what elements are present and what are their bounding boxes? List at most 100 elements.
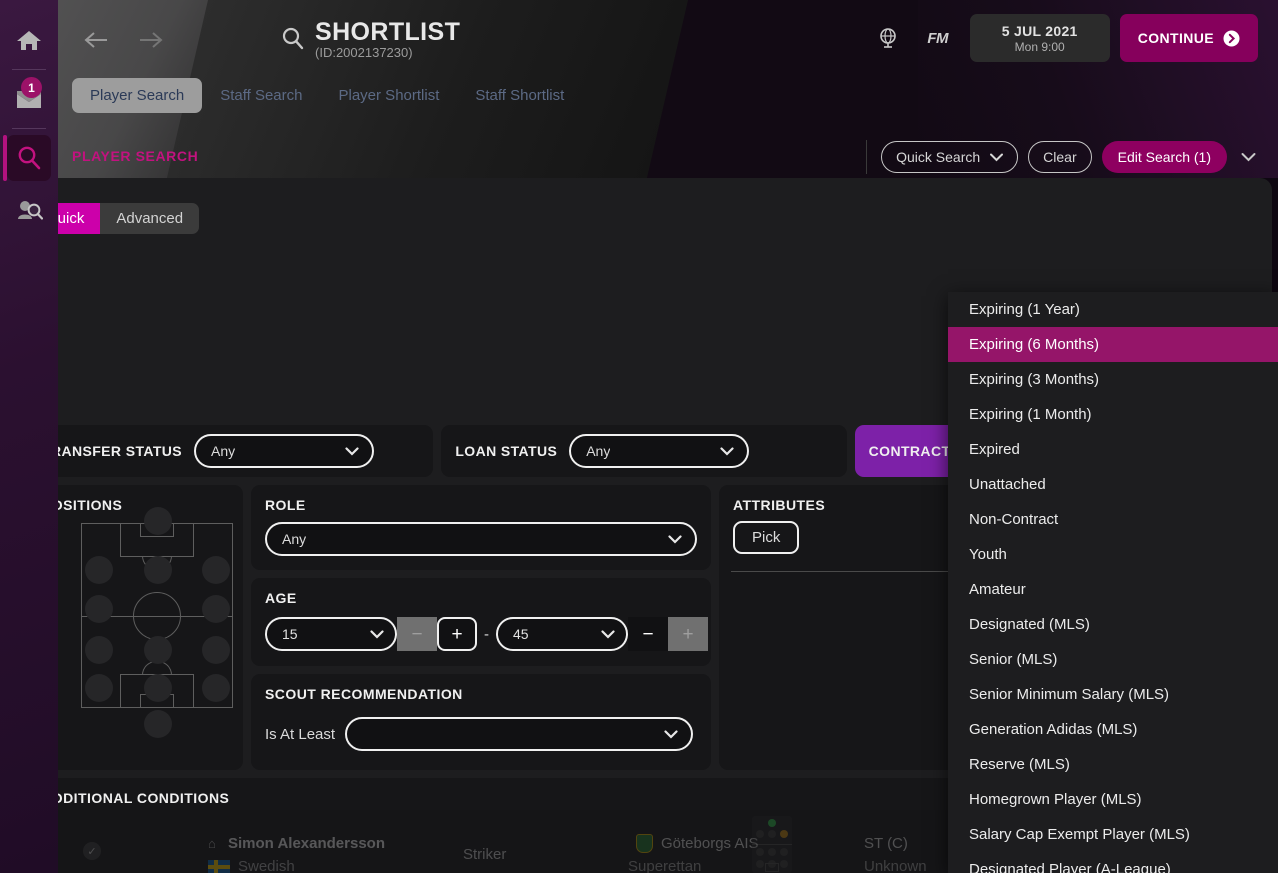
positions-panel: POSITIONS	[28, 485, 243, 770]
dropdown-option[interactable]: Expiring (6 Months)	[948, 327, 1278, 362]
page-title: SHORTLIST	[315, 18, 461, 46]
age-max-decrement[interactable]: −	[628, 617, 668, 651]
dropdown-option[interactable]: Designated Player (A-League)	[948, 852, 1278, 873]
dropdown-option[interactable]: Amateur	[948, 572, 1278, 607]
tab-staff-shortlist[interactable]: Staff Shortlist	[457, 78, 582, 113]
arrow-left-icon	[84, 32, 107, 48]
left-sidebar: 1	[0, 0, 58, 873]
dropdown-option[interactable]: Homegrown Player (MLS)	[948, 782, 1278, 817]
filter-loan-status: LOAN STATUS Any	[441, 425, 847, 477]
pitch-center-circle	[133, 591, 181, 640]
chevron-down-icon	[990, 153, 1004, 161]
age-max-select[interactable]: 45	[496, 617, 628, 651]
scout-recommendation-select[interactable]	[345, 717, 694, 751]
dropdown-option[interactable]: Senior (MLS)	[948, 642, 1278, 677]
position-dot[interactable]	[144, 636, 172, 664]
position-grid-icon	[752, 816, 792, 873]
age-min-increment[interactable]: +	[437, 617, 477, 651]
player-club[interactable]: Göteborgs AIS	[661, 835, 759, 852]
dropdown-option[interactable]: Salary Cap Exempt Player (MLS)	[948, 817, 1278, 852]
age-min-decrement[interactable]: −	[397, 617, 437, 651]
clear-label: Clear	[1043, 149, 1077, 165]
position-dot[interactable]	[85, 556, 113, 584]
role-select[interactable]: Any	[265, 522, 697, 556]
sidebar-item-home[interactable]	[0, 14, 58, 66]
position-dot[interactable]	[144, 556, 172, 584]
title-search-icon	[280, 26, 306, 57]
app-header: SHORTLIST (ID:2002137230) Player Search …	[58, 0, 1278, 178]
dropdown-option[interactable]: Designated (MLS)	[948, 607, 1278, 642]
player-name[interactable]: Simon Alexandersson	[228, 835, 385, 852]
sidebar-item-inbox[interactable]: 1	[0, 73, 58, 125]
attributes-pick-button[interactable]: Pick	[733, 521, 800, 554]
dropdown-option[interactable]: Generation Adidas (MLS)	[948, 712, 1278, 747]
contract-status-dropdown[interactable]: Expiring (1 Year) Expiring (6 Months) Expi…	[948, 292, 1278, 873]
globe-icon	[879, 28, 896, 48]
position-dot[interactable]	[85, 674, 113, 702]
position-dot[interactable]	[144, 674, 172, 702]
role-title: ROLE	[265, 497, 306, 513]
header-tabs: Player Search Staff Search Player Shortl…	[72, 78, 582, 113]
divider	[866, 140, 868, 174]
search-options-toggle[interactable]	[1237, 150, 1260, 165]
age-title: AGE	[265, 590, 297, 606]
position-dot[interactable]	[85, 595, 113, 623]
position-dot-gk[interactable]	[144, 710, 172, 738]
row-check-icon[interactable]: ✓	[83, 842, 101, 860]
position-dot[interactable]	[202, 636, 230, 664]
select-value: Any	[282, 531, 307, 547]
continue-button[interactable]: CONTINUE	[1119, 14, 1258, 62]
home-icon	[17, 31, 41, 50]
dropdown-option[interactable]: Expiring (3 Months)	[948, 362, 1278, 397]
dropdown-option[interactable]: Expiring (1 Year)	[948, 292, 1278, 327]
select-value: Any	[211, 443, 236, 459]
dropdown-option[interactable]: Reserve (MLS)	[948, 747, 1278, 782]
age-max-increment[interactable]: +	[668, 617, 708, 651]
club-crest-icon	[636, 834, 653, 853]
clear-search-button[interactable]: Clear	[1028, 141, 1092, 173]
age-min-select[interactable]: 15	[265, 617, 397, 651]
middle-column: ROLE Any AGE 15 − + - 45 − + SCOUT RECOM…	[251, 485, 711, 770]
pitch-diagram[interactable]	[81, 507, 233, 738]
dropdown-option[interactable]: Unattached	[948, 467, 1278, 502]
dropdown-option[interactable]: Non-Contract	[948, 502, 1278, 537]
position-dot[interactable]	[202, 674, 230, 702]
scout-search-icon	[18, 201, 43, 220]
continue-label: CONTINUE	[1137, 30, 1214, 46]
section-label: PLAYER SEARCH	[72, 148, 199, 164]
forward-button[interactable]	[133, 22, 169, 58]
quick-search-label: Quick Search	[896, 149, 981, 165]
header-right-controls: FM 5 JUL 2021 Mon 9:00 CONTINUE	[866, 14, 1258, 62]
chevron-down-icon	[720, 446, 734, 456]
chevron-down-icon	[668, 534, 682, 544]
chevron-right-circle-icon	[1223, 30, 1240, 46]
dropdown-option[interactable]: Youth	[948, 537, 1278, 572]
position-dot[interactable]	[144, 507, 172, 535]
dropdown-option[interactable]: Expiring (1 Month)	[948, 397, 1278, 432]
filter-transfer-status: TRANSFER STATUS Any	[28, 425, 434, 477]
sidebar-item-scouting[interactable]	[0, 184, 58, 236]
tab-player-search[interactable]: Player Search	[72, 78, 203, 113]
globe-button[interactable]	[866, 27, 910, 49]
sidebar-item-search[interactable]	[0, 132, 58, 184]
dropdown-option[interactable]: Senior Minimum Salary (MLS)	[948, 677, 1278, 712]
scout-row: Is At Least	[265, 717, 694, 751]
transfer-status-select[interactable]: Any	[194, 434, 375, 468]
edit-search-button[interactable]: Edit Search (1)	[1101, 141, 1227, 173]
position-dot[interactable]	[85, 636, 113, 664]
back-button[interactable]	[78, 22, 114, 58]
loan-status-select[interactable]: Any	[569, 434, 750, 468]
tab-advanced[interactable]: Advanced	[100, 203, 200, 234]
tab-player-shortlist[interactable]: Player Shortlist	[321, 78, 458, 113]
game-date[interactable]: 5 JUL 2021 Mon 9:00	[969, 14, 1110, 62]
role-panel: ROLE Any	[251, 485, 711, 570]
filter-label: LOAN STATUS	[455, 443, 558, 459]
chevron-down-icon	[345, 446, 359, 456]
dropdown-option[interactable]: Expired	[948, 432, 1278, 467]
position-dot[interactable]	[202, 595, 230, 623]
quick-search-button[interactable]: Quick Search	[881, 141, 1019, 173]
page-subtitle: (ID:2002137230)	[315, 45, 413, 60]
chevron-down-icon	[601, 629, 615, 639]
position-dot[interactable]	[202, 556, 230, 584]
tab-staff-search[interactable]: Staff Search	[202, 78, 320, 113]
